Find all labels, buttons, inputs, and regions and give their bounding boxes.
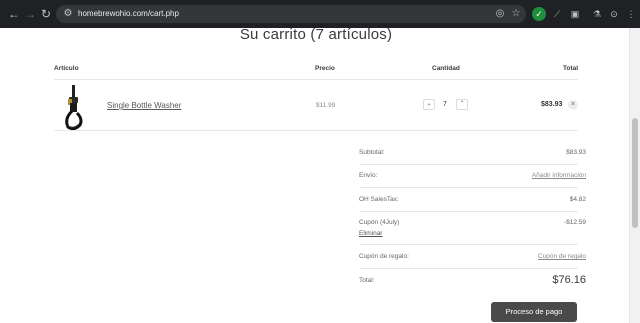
forward-icon[interactable]: → [22,6,38,22]
site-info-icon[interactable]: ⚙ [62,8,74,20]
subtotal-label: Subtotal: [359,149,385,156]
remove-item-button[interactable]: × [568,100,578,110]
reload-icon[interactable]: ↻ [38,6,54,22]
lab-flask-icon[interactable]: ⚗ [590,7,604,21]
page-scrollbar[interactable] [629,28,640,323]
product-name-link[interactable]: Single Bottle Washer [107,101,181,110]
page-title: Su carrito (7 artículos) [239,26,393,43]
divider [54,130,578,131]
quantity-decrease-button[interactable]: ⌄ [423,99,435,110]
add-shipping-link[interactable]: Añadir información [532,172,586,179]
gift-certificate-link[interactable]: Cupón de regalo [538,253,586,260]
browser-toolbar: ← → ↻ ⚙ homebrewohio.com/cart.php ◎ ☆ ✓ … [0,0,640,28]
header-total: Total [563,65,579,72]
subtotal-value: $83.93 [566,149,586,156]
address-bar[interactable]: ⚙ homebrewohio.com/cart.php ◎ ☆ [56,5,526,23]
divider [359,244,578,245]
url-text[interactable]: homebrewohio.com/cart.php [78,5,179,23]
shipping-label: Envío: [359,172,378,179]
profile-icon[interactable]: ⊙ [607,7,621,21]
eye-off-icon[interactable]: ◎ [494,8,506,20]
coupon-label: Cupón (4July) [359,219,400,226]
product-price: $11.99 [316,102,336,109]
extensions-puzzle-icon[interactable]: ▣ [568,7,582,21]
header-price: Precio [315,65,335,72]
divider [359,268,578,269]
divider [359,164,578,165]
extension-check-icon[interactable]: ✓ [532,7,546,21]
bookmark-star-icon[interactable]: ☆ [510,8,522,20]
divider [359,187,578,188]
total-label: Total: [359,277,375,284]
coupon-value: -$12.59 [563,219,586,226]
quantity-increase-button[interactable]: ⌃ [456,99,468,110]
extension-leaf-icon[interactable]: ⟋ [550,7,564,21]
tax-value: $4.82 [569,196,586,203]
header-quantity: Cantidad [432,65,460,72]
header-item: Artículo [54,65,79,72]
checkout-button[interactable]: Proceso de pago [491,302,577,322]
product-image[interactable] [58,85,88,131]
remove-coupon-link[interactable]: Eliminar [359,230,382,237]
quantity-value[interactable]: 7 [443,101,447,108]
gift-certificate-label: Cupón de regalo: [359,253,409,260]
line-total: $83.93 [541,101,563,108]
divider [359,211,578,212]
back-icon[interactable]: ← [6,6,22,22]
grand-total: $76.16 [552,274,586,286]
tax-label: OH SalesTax: [359,196,399,203]
scrollbar-thumb[interactable] [632,118,638,228]
divider [54,79,578,80]
menu-kebab-icon[interactable]: ⋮ [624,7,638,21]
